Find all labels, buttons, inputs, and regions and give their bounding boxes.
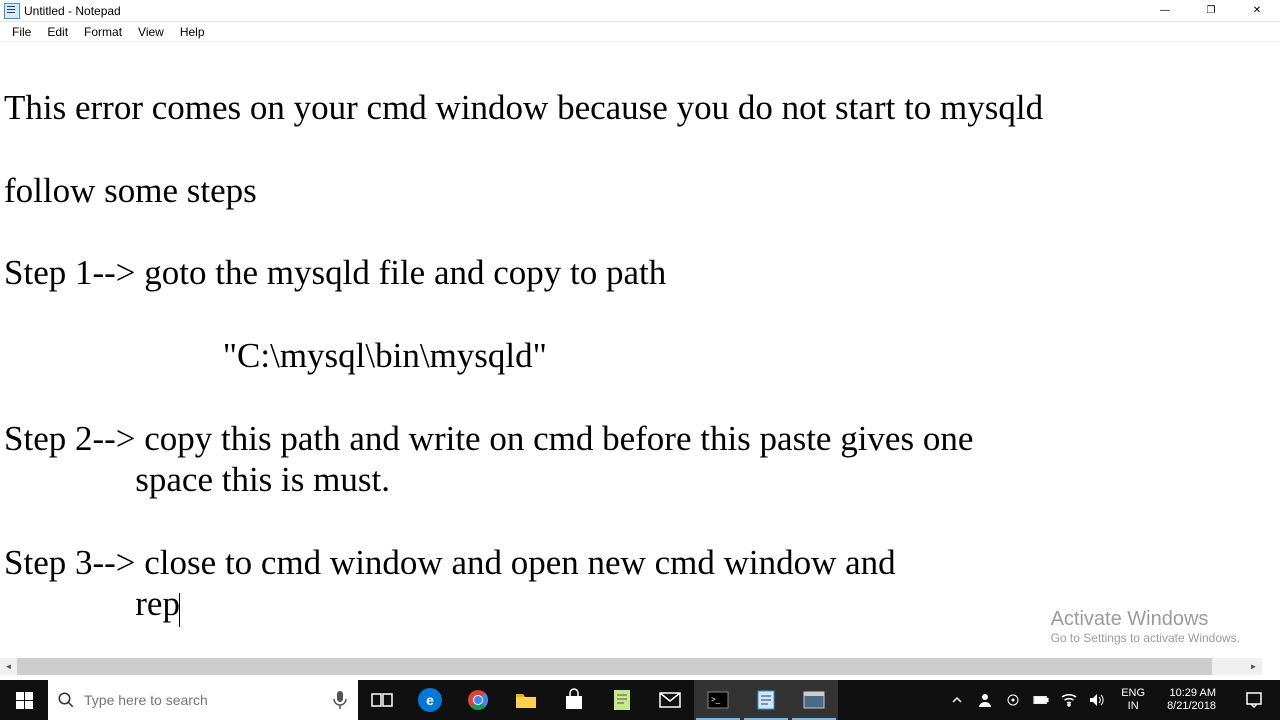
- envelope-icon: [658, 688, 682, 712]
- window-buttons: — ❐ ✕: [1142, 0, 1280, 22]
- notepad-taskbar-icon[interactable]: [742, 680, 790, 720]
- battery-icon[interactable]: [1033, 692, 1049, 708]
- text-caret: [179, 593, 180, 627]
- windows-logo-icon: [16, 692, 33, 709]
- editor-area[interactable]: This error comes on your cmd window beca…: [0, 42, 1280, 675]
- scroll-right-arrow[interactable]: ►: [1245, 658, 1262, 675]
- window-title: Untitled - Notepad: [24, 4, 1142, 18]
- edge-icon: e: [418, 688, 442, 712]
- edge-browser-icon[interactable]: e: [406, 680, 454, 720]
- microphone-icon[interactable]: [322, 691, 358, 709]
- line-5b: space this is must.: [4, 460, 390, 499]
- search-input[interactable]: [84, 692, 322, 708]
- mail-icon[interactable]: [646, 680, 694, 720]
- chrome-icon: [466, 688, 490, 712]
- wifi-icon[interactable]: [1061, 692, 1077, 708]
- location-icon[interactable]: [1005, 692, 1021, 708]
- line-1: This error comes on your cmd window beca…: [4, 88, 1043, 127]
- clock[interactable]: 10:29 AM 8/21/2018: [1161, 687, 1222, 713]
- svg-text:>_: >_: [711, 695, 721, 704]
- line-2: follow some steps: [4, 171, 257, 210]
- taskbar: e >_: [0, 680, 1280, 720]
- lang-region: IN: [1121, 700, 1145, 713]
- maximize-button[interactable]: ❐: [1188, 0, 1234, 22]
- system-tray: ENG IN 10:29 AM 8/21/2018: [949, 680, 1280, 720]
- notifications-icon[interactable]: [1234, 691, 1274, 709]
- menu-bar: File Edit Format View Help: [0, 22, 1280, 42]
- file-explorer-icon[interactable]: [502, 680, 550, 720]
- task-view-icon[interactable]: [358, 680, 406, 720]
- cmd-icon[interactable]: >_: [694, 680, 742, 720]
- menu-view[interactable]: View: [130, 23, 172, 41]
- close-button[interactable]: ✕: [1234, 0, 1280, 22]
- folder-icon: [514, 688, 538, 712]
- notepad-app-icon: [4, 3, 20, 19]
- search-icon: [48, 691, 84, 709]
- clock-time: 10:29 AM: [1167, 687, 1216, 700]
- tray-chevron-icon[interactable]: [949, 692, 965, 708]
- chrome-browser-icon[interactable]: [454, 680, 502, 720]
- text-content[interactable]: This error comes on your cmd window beca…: [0, 42, 1280, 675]
- lang-code: ENG: [1121, 687, 1145, 700]
- menu-file[interactable]: File: [4, 23, 39, 41]
- scroll-left-arrow[interactable]: ◄: [0, 658, 17, 675]
- scroll-thumb[interactable]: [17, 658, 1212, 675]
- notepad-icon: [754, 688, 778, 712]
- line-5: Step 2--> copy this path and write on cm…: [4, 419, 982, 458]
- shopping-bag-icon: [562, 688, 586, 712]
- start-button[interactable]: [0, 680, 48, 720]
- line-3: Step 1--> goto the mysqld file and copy …: [4, 253, 666, 292]
- minimize-button[interactable]: —: [1142, 0, 1188, 22]
- window-icon: [802, 688, 826, 712]
- title-bar: Untitled - Notepad — ❐ ✕: [0, 0, 1280, 22]
- taskbar-apps: e >_: [358, 680, 838, 720]
- horizontal-scrollbar[interactable]: ◄ ►: [0, 658, 1262, 675]
- notepad-plus-icon[interactable]: [598, 680, 646, 720]
- people-icon[interactable]: [977, 692, 993, 708]
- store-icon[interactable]: [550, 680, 598, 720]
- terminal-icon: >_: [706, 688, 730, 712]
- note-icon: [610, 688, 634, 712]
- language-indicator[interactable]: ENG IN: [1117, 687, 1149, 713]
- explorer-window-icon[interactable]: [790, 680, 838, 720]
- menu-format[interactable]: Format: [76, 23, 130, 41]
- line-4: "C:\mysql\bin\mysqld": [4, 336, 547, 375]
- line-6b: rep: [4, 584, 180, 623]
- taskbar-spacer: [838, 680, 949, 720]
- clock-date: 8/21/2018: [1167, 700, 1216, 713]
- taskbar-search[interactable]: [48, 680, 358, 720]
- volume-icon[interactable]: [1089, 692, 1105, 708]
- line-6: Step 3--> close to cmd window and open n…: [4, 543, 904, 582]
- menu-help[interactable]: Help: [172, 23, 213, 41]
- menu-edit[interactable]: Edit: [39, 23, 76, 41]
